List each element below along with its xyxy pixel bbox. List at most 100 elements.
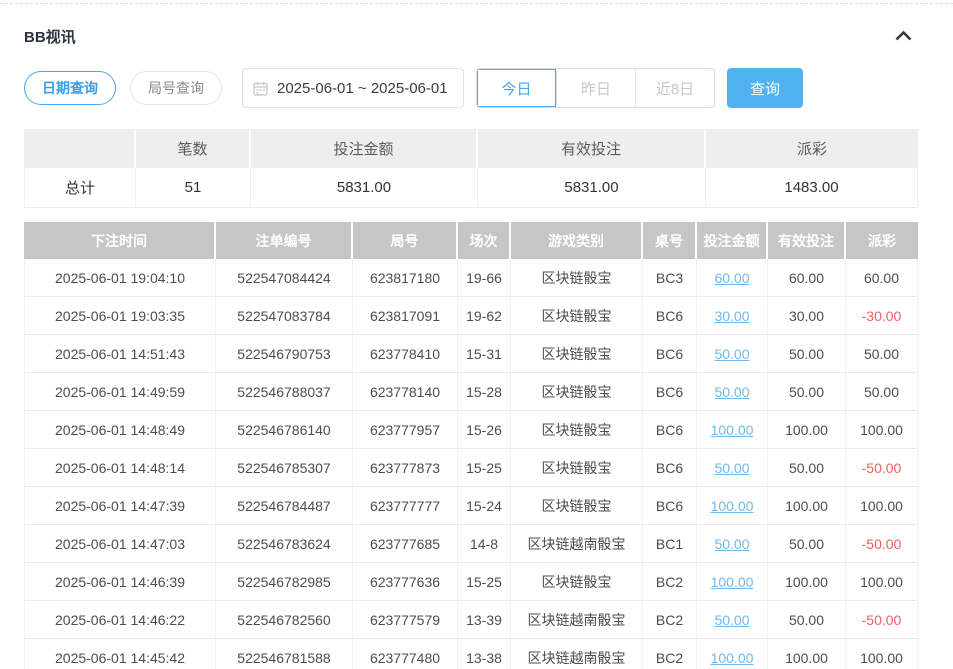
date-query-tab[interactable]: 日期查询 <box>24 71 116 105</box>
round-id-cell: 623817091 <box>353 297 458 335</box>
bet-amount-link[interactable]: 100.00 <box>711 574 754 590</box>
game-type-cell: 区块链越南骰宝 <box>511 525 643 563</box>
session-cell: 15-25 <box>458 449 511 487</box>
table-row: 2025-06-01 14:49:59 522546788037 6237781… <box>24 373 918 411</box>
bet-amount-link[interactable]: 30.00 <box>714 308 749 324</box>
bet-amount-cell: 50.00 <box>697 449 768 487</box>
search-button[interactable]: 查询 <box>727 68 803 108</box>
quick-btn-today[interactable]: 今日 <box>477 69 556 107</box>
bet-id-cell: 522546782560 <box>216 601 353 639</box>
valid-bet-cell: 100.00 <box>768 487 846 525</box>
round-id-cell: 623817180 <box>353 259 458 297</box>
payout-cell: -50.00 <box>846 449 918 487</box>
table-no-cell: BC2 <box>643 601 697 639</box>
table-no-cell: BC2 <box>643 563 697 601</box>
quick-btn-last8days[interactable]: 近8日 <box>635 69 714 107</box>
game-type-cell: 区块链骰宝 <box>511 411 643 449</box>
round-id-cell: 623777579 <box>353 601 458 639</box>
page-title: BB视讯 <box>24 26 76 47</box>
bet-amount-link[interactable]: 50.00 <box>714 346 749 362</box>
summary-payout-value: 1483.00 <box>706 168 918 208</box>
bet-id-cell: 522546790753 <box>216 335 353 373</box>
bet-id-cell: 522546781588 <box>216 639 353 669</box>
game-type-cell: 区块链骰宝 <box>511 297 643 335</box>
top-dashed-divider <box>0 3 953 4</box>
valid-bet-cell: 50.00 <box>768 601 846 639</box>
table-no-cell: BC6 <box>643 373 697 411</box>
table-no-cell: BC6 <box>643 335 697 373</box>
valid-bet-cell: 100.00 <box>768 563 846 601</box>
quick-date-group: 今日 昨日 近8日 <box>476 68 715 108</box>
bet-amount-link[interactable]: 50.00 <box>714 612 749 628</box>
valid-bet-cell: 50.00 <box>768 525 846 563</box>
table-no-cell: BC2 <box>643 639 697 669</box>
bet-amount-link[interactable]: 100.00 <box>711 650 754 666</box>
session-cell: 15-31 <box>458 335 511 373</box>
round-query-tab[interactable]: 局号查询 <box>130 71 222 105</box>
table-row: 2025-06-01 14:48:14 522546785307 6237778… <box>24 449 918 487</box>
bet-amount-cell: 100.00 <box>697 639 768 669</box>
table-row: 2025-06-01 14:46:39 522546782985 6237776… <box>24 563 918 601</box>
chevron-up-icon <box>895 29 912 44</box>
payout-cell: 100.00 <box>846 487 918 525</box>
payout-cell: -30.00 <box>846 297 918 335</box>
bet-time-cell: 2025-06-01 14:46:39 <box>24 563 216 601</box>
payout-cell: 100.00 <box>846 563 918 601</box>
bet-amount-cell: 50.00 <box>697 525 768 563</box>
bet-amount-link[interactable]: 100.00 <box>711 498 754 514</box>
round-id-cell: 623777957 <box>353 411 458 449</box>
bet-amount-link[interactable]: 60.00 <box>714 270 749 286</box>
calendar-icon <box>253 81 268 96</box>
bet-table-body: 2025-06-01 19:04:10 522547084424 6238171… <box>24 259 918 669</box>
game-type-cell: 区块链越南骰宝 <box>511 639 643 669</box>
col-header-session: 场次 <box>458 222 511 259</box>
bet-id-cell: 522547083784 <box>216 297 353 335</box>
bet-amount-cell: 60.00 <box>697 259 768 297</box>
game-type-cell: 区块链骰宝 <box>511 563 643 601</box>
date-range-input[interactable]: 2025-06-01 ~ 2025-06-01 <box>242 68 464 108</box>
quick-btn-yesterday[interactable]: 昨日 <box>556 69 635 107</box>
session-cell: 15-25 <box>458 563 511 601</box>
game-type-cell: 区块链骰宝 <box>511 449 643 487</box>
bet-id-cell: 522546782985 <box>216 563 353 601</box>
betting-records-panel: BB视讯 日期查询 局号查询 2025-06-01 ~ 2025-06-01 今… <box>0 0 953 669</box>
bet-amount-link[interactable]: 50.00 <box>714 384 749 400</box>
table-row: 2025-06-01 14:45:42 522546781588 6237774… <box>24 639 918 669</box>
valid-bet-cell: 30.00 <box>768 297 846 335</box>
round-id-cell: 623777480 <box>353 639 458 669</box>
bet-id-cell: 522546786140 <box>216 411 353 449</box>
table-row: 2025-06-01 19:04:10 522547084424 6238171… <box>24 259 918 297</box>
col-header-bet-id: 注单编号 <box>216 222 353 259</box>
summary-total-label: 总计 <box>24 168 136 208</box>
round-id-cell: 623777777 <box>353 487 458 525</box>
col-header-table-no: 桌号 <box>643 222 697 259</box>
bet-time-cell: 2025-06-01 14:47:03 <box>24 525 216 563</box>
bet-id-cell: 522546783624 <box>216 525 353 563</box>
summary-header-payout: 派彩 <box>706 129 918 168</box>
bet-amount-cell: 50.00 <box>697 335 768 373</box>
game-type-cell: 区块链骰宝 <box>511 373 643 411</box>
bet-id-cell: 522546785307 <box>216 449 353 487</box>
bet-amount-link[interactable]: 50.00 <box>714 536 749 552</box>
table-row: 2025-06-01 19:03:35 522547083784 6238170… <box>24 297 918 335</box>
table-row: 2025-06-01 14:48:49 522546786140 6237779… <box>24 411 918 449</box>
payout-cell: 50.00 <box>846 335 918 373</box>
table-row: 2025-06-01 14:51:43 522546790753 6237784… <box>24 335 918 373</box>
collapse-section-button[interactable] <box>893 27 914 46</box>
session-cell: 14-8 <box>458 525 511 563</box>
table-row: 2025-06-01 14:47:39 522546784487 6237777… <box>24 487 918 525</box>
game-type-cell: 区块链骰宝 <box>511 335 643 373</box>
bet-records-table: 下注时间 注单编号 局号 场次 游戏类别 桌号 投注金额 有效投注 派彩 202… <box>24 222 918 669</box>
bet-amount-link[interactable]: 100.00 <box>711 422 754 438</box>
section-header: BB视讯 <box>24 25 918 47</box>
bet-time-cell: 2025-06-01 19:03:35 <box>24 297 216 335</box>
summary-header-blank <box>24 129 136 168</box>
session-cell: 13-38 <box>458 639 511 669</box>
bet-amount-link[interactable]: 50.00 <box>714 460 749 476</box>
session-cell: 19-66 <box>458 259 511 297</box>
summary-header-row: 笔数 投注金额 有效投注 派彩 <box>24 129 918 168</box>
bet-amount-cell: 30.00 <box>697 297 768 335</box>
summary-count-value: 51 <box>136 168 251 208</box>
summary-table: 笔数 投注金额 有效投注 派彩 总计 51 5831.00 5831.00 14… <box>24 129 918 208</box>
table-row: 2025-06-01 14:47:03 522546783624 6237776… <box>24 525 918 563</box>
